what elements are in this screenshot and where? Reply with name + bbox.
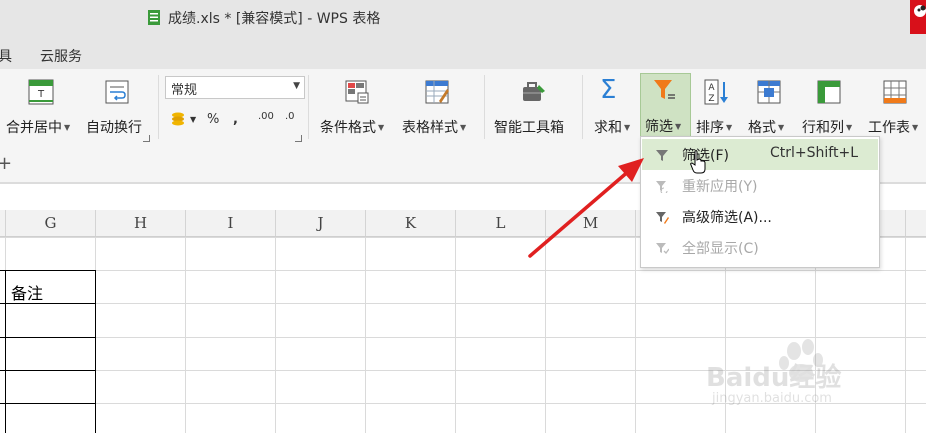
chevron-down-icon: ▼ — [726, 123, 733, 132]
row-column-icon — [817, 80, 841, 104]
smart-toolbox-label: 智能工具箱 — [494, 120, 564, 136]
currency-format-icon[interactable] — [170, 111, 186, 127]
spreadsheet-file-icon — [148, 10, 160, 25]
menu-bar: 具 云服务 — [0, 40, 926, 69]
merge-cells-icon: T — [28, 79, 54, 105]
format-cells-icon — [757, 80, 781, 104]
sum-button[interactable]: Σ 求和 ▼ — [590, 73, 638, 139]
format-label: 格式 — [748, 120, 776, 136]
filter-button[interactable]: 筛选 ▼ — [640, 73, 691, 137]
conditional-format-icon — [345, 80, 369, 104]
worksheet-label: 工作表 — [868, 120, 910, 136]
percent-style-button[interactable]: % — [207, 112, 219, 127]
decrease-decimal-button[interactable]: .0 — [285, 111, 295, 122]
cell-g2-remark[interactable]: 备注 — [11, 280, 43, 304]
menu-item-label: 重新应用(Y) — [682, 179, 758, 195]
baidu-watermark: Baidu经验 jingyan.baidu.com — [706, 333, 886, 413]
separator — [308, 75, 309, 139]
worksheet-button[interactable]: 工作表 ▼ — [866, 73, 926, 139]
chevron-down-icon: ▼ — [778, 123, 785, 132]
column-header-g[interactable]: G — [6, 210, 96, 236]
sigma-icon: Σ — [600, 75, 617, 105]
add-icon[interactable]: + — [0, 153, 12, 174]
chevron-down-icon: ▼ — [846, 123, 853, 132]
menu-item-advanced-filter[interactable]: 高级筛选(A)... — [642, 201, 878, 232]
number-dialog-launcher[interactable] — [295, 135, 302, 142]
watermark-url: jingyan.baidu.com — [712, 391, 832, 406]
svg-text:Z: Z — [708, 94, 714, 104]
wrap-text-icon — [105, 80, 129, 104]
watermark-brand: Baidu经验 — [706, 363, 842, 393]
chevron-down-icon: ▼ — [912, 123, 919, 132]
toolbox-icon — [523, 82, 545, 101]
menu-item-show-all[interactable]: 全部显示(C) — [642, 232, 878, 263]
number-format-value: 常规 — [171, 83, 198, 98]
svg-text:T: T — [37, 89, 45, 100]
row-column-label: 行和列 — [802, 120, 844, 136]
table-style-icon — [425, 80, 449, 104]
window-title: 成绩.xls * [兼容模式] - WPS 表格 — [168, 11, 381, 27]
wrap-text-label: 自动换行 — [86, 120, 142, 136]
chevron-down-icon: ▼ — [378, 123, 385, 132]
menu-tools-partial[interactable]: 具 — [0, 46, 12, 66]
filter-label: 筛选 — [645, 119, 673, 135]
column-header-j[interactable]: J — [276, 210, 366, 236]
user-avatar[interactable] — [910, 0, 926, 34]
menu-cloud-service[interactable]: 云服务 — [40, 46, 82, 66]
sort-label: 排序 — [696, 120, 724, 136]
chevron-down-icon: ▼ — [64, 123, 71, 132]
chevron-down-icon: ▼ — [624, 123, 631, 132]
format-button[interactable]: 格式 ▼ — [746, 73, 794, 139]
funnel-icon — [654, 80, 675, 99]
svg-text:A: A — [708, 83, 715, 93]
menu-item-reapply[interactable]: 重新应用(Y) — [642, 170, 878, 201]
worksheet-icon — [883, 80, 907, 104]
annotation-arrow — [528, 158, 644, 258]
merge-center-button[interactable]: T 合并居中 ▼ — [4, 73, 78, 139]
hand-cursor-icon — [690, 150, 706, 174]
conditional-format-button[interactable]: 条件格式 ▼ — [318, 73, 394, 139]
separator — [582, 75, 583, 139]
wrap-text-button[interactable]: 自动换行 — [84, 73, 150, 139]
sort-button[interactable]: A Z 排序 ▼ — [694, 73, 742, 139]
chevron-down-icon: ▼ — [675, 122, 682, 131]
chevron-down-icon: ▼ — [460, 123, 467, 132]
sort-az-icon: A Z — [704, 79, 728, 105]
alignment-dialog-launcher[interactable] — [143, 135, 150, 142]
sum-label: 求和 — [594, 120, 622, 136]
number-format-select[interactable]: 常规 ▼ — [165, 76, 305, 99]
table-style-button[interactable]: 表格样式 ▼ — [400, 73, 476, 139]
separator — [158, 75, 159, 139]
filter-dropdown-menu: 筛选(F) Ctrl+Shift+L 重新应用(Y) 高级筛选(A)... 全部… — [640, 136, 880, 268]
dropdown-arrow-icon: ▼ — [293, 81, 300, 91]
menu-item-label: 全部显示(C) — [682, 241, 759, 257]
separator — [484, 75, 485, 139]
merge-center-label: 合并居中 — [6, 120, 62, 136]
menu-item-filter[interactable]: 筛选(F) Ctrl+Shift+L — [642, 139, 878, 170]
column-header-i[interactable]: I — [186, 210, 276, 236]
row-column-button[interactable]: 行和列 ▼ — [800, 73, 862, 139]
conditional-format-label: 条件格式 — [320, 120, 376, 136]
increase-decimal-button[interactable]: .00 — [258, 111, 274, 122]
table-style-label: 表格样式 — [402, 120, 458, 136]
smart-toolbox-button[interactable]: 智能工具箱 — [492, 73, 574, 139]
avatar-icon — [914, 5, 926, 17]
menu-item-label: 高级筛选(A)... — [682, 210, 772, 226]
menu-item-shortcut: Ctrl+Shift+L — [770, 145, 858, 161]
column-header-h[interactable]: H — [96, 210, 186, 236]
comma-style-button[interactable]: , — [233, 112, 238, 127]
currency-dropdown-icon[interactable]: ▼ — [190, 115, 196, 124]
column-header-k[interactable]: K — [366, 210, 456, 236]
title-bar: 成绩.xls * [兼容模式] - WPS 表格 — [0, 0, 926, 40]
